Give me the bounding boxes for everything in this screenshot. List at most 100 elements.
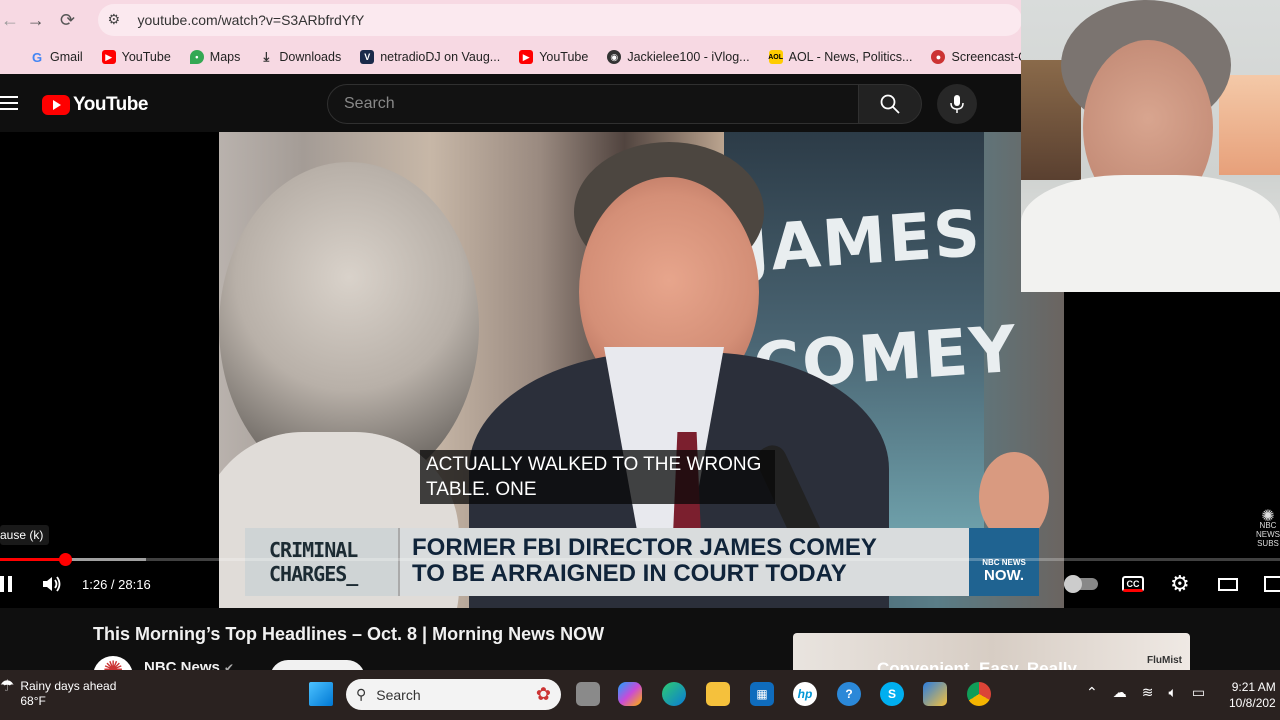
weather-forecast: Rainy days ahead: [20, 679, 117, 693]
tag-line: CHARGES_: [269, 562, 358, 586]
progress-bar[interactable]: [0, 553, 1280, 566]
volume-button[interactable]: [42, 572, 62, 596]
taskbar-search[interactable]: ⚲ Search ✿: [346, 679, 561, 710]
maps-pin-icon: •: [189, 50, 204, 64]
help-icon[interactable]: ?: [837, 682, 861, 706]
time-display: 1:26 / 28:16: [82, 576, 151, 592]
netradio-icon: V: [360, 50, 375, 64]
lower-third-headline: FORMER FBI DIRECTOR JAMES COMEY TO BE AR…: [400, 528, 969, 596]
wifi-icon[interactable]: ≋: [1142, 684, 1154, 701]
bookmarks-bar: G Gmail ▶ YouTube • Maps ⤓ Downloads Vnetrad…: [0, 40, 1072, 74]
speaker-icon[interactable]: 🔈︎: [1168, 684, 1176, 701]
watermark-line: SUBS: [1257, 539, 1279, 548]
nbc-watermark: ✺ NBC NEWS SUBS: [1256, 508, 1280, 549]
chevron-up-icon[interactable]: ⌃: [1086, 684, 1098, 701]
reload-icon[interactable]: ⟳: [52, 4, 84, 36]
youtube-logo[interactable]: YouTube: [42, 94, 148, 116]
theater-mode-button[interactable]: [1218, 572, 1238, 596]
onedrive-cloud-icon[interactable]: ☁: [1113, 684, 1127, 701]
pause-button[interactable]: [0, 572, 16, 596]
bookmark-gmail[interactable]: G Gmail: [30, 50, 83, 65]
webcam-person-shirt: [1021, 175, 1280, 292]
rain-cloud-icon: ☂: [0, 678, 15, 695]
system-tray: ⌃ ☁ ≋ 🔈︎ ▭: [1086, 684, 1205, 701]
bookmark-youtube[interactable]: ▶ YouTube: [101, 50, 171, 64]
watermark-line: NBC: [1259, 521, 1277, 530]
logo-line: NOW.: [984, 567, 1024, 584]
download-icon: ⤓: [263, 49, 270, 64]
clock-time: 9:21 AM: [1231, 680, 1276, 694]
webcam-overlay: [1021, 0, 1280, 292]
pause-tooltip: ause (k): [0, 525, 50, 545]
webcam-photo-frame: [1219, 75, 1280, 175]
caption-line: ACTUALLY WALKED TO THE WRONG: [426, 454, 762, 475]
gear-icon: ⚙: [1170, 571, 1190, 596]
voice-search-button[interactable]: [937, 84, 977, 124]
youtube-header: YouTube Search: [0, 74, 1022, 132]
chrome-icon[interactable]: [967, 682, 991, 706]
task-view-icon[interactable]: [576, 682, 600, 706]
bookmark-label: Gmail: [50, 50, 83, 64]
battery-icon[interactable]: ▭: [1192, 684, 1205, 701]
bookmark-downloads[interactable]: ⤓ Downloads: [259, 49, 342, 64]
bookmark-label: Jackielee100 - iVlog...: [627, 50, 750, 64]
closed-caption: ACTUALLY WALKED TO THE WRONG TABLE. ONE: [420, 450, 775, 504]
skype-icon[interactable]: S: [880, 682, 904, 706]
windows-start-icon[interactable]: [309, 682, 333, 706]
browser-toolbar: ← → ⟳ ⚙ youtube.com/watch?v=S3ARbfrdYfY: [0, 0, 1022, 40]
news-lower-third: CRIMINAL CHARGES_ FORMER FBI DIRECTOR JA…: [245, 528, 1039, 596]
bookmark-aol[interactable]: AOL AOL - News, Politics...: [768, 50, 912, 64]
bookmark-maps[interactable]: • Maps: [189, 50, 241, 64]
bookmark-label: YouTube: [121, 50, 171, 64]
hamburger-menu-icon[interactable]: [0, 96, 18, 110]
theater-icon: [1218, 577, 1238, 591]
sidebar-ad[interactable]: Convenient. Easy. Really. FluMist: [793, 633, 1190, 673]
bookmark-label: YouTube: [539, 50, 589, 64]
store-icon[interactable]: ▦: [750, 682, 774, 706]
search-icon: ⚲: [356, 686, 367, 702]
bookmark-jackielee[interactable]: ◉ Jackielee100 - iVlog...: [607, 50, 750, 64]
search-input[interactable]: Search: [327, 84, 859, 124]
weather-widget[interactable]: ☂ Rainy days ahead 68°F: [0, 679, 116, 709]
bookmark-netradio[interactable]: VnetradioDJ on Vaug...: [360, 50, 500, 64]
progress-fill: [0, 558, 66, 561]
bookmark-label: Downloads: [279, 50, 342, 64]
windows-taskbar: ☂ Rainy days ahead 68°F ⚲ Search ✿ ▦ hp …: [0, 670, 1280, 720]
copilot-icon[interactable]: [618, 682, 642, 706]
bookmark-youtube-2[interactable]: ▶ YouTube: [519, 50, 588, 64]
vlog-icon: ◉: [607, 50, 622, 64]
address-bar[interactable]: ⚙ youtube.com/watch?v=S3ARbfrdYfY: [97, 4, 1022, 36]
forward-arrow-icon[interactable]: →: [20, 4, 52, 36]
search-button[interactable]: [858, 84, 922, 124]
fullscreen-icon: [1264, 576, 1280, 592]
file-explorer-icon[interactable]: [706, 682, 730, 706]
settings-button[interactable]: ⚙: [1170, 571, 1190, 596]
peacock-icon: ✺: [1261, 508, 1275, 525]
autoplay-toggle[interactable]: [1064, 572, 1098, 596]
autoplay-pause-icon: [1064, 575, 1098, 593]
fullscreen-button[interactable]: [1264, 572, 1280, 596]
search-icon: [880, 94, 900, 114]
bookmark-label: Maps: [209, 50, 241, 64]
cc-icon: CC: [1122, 576, 1144, 592]
clock-date: 10/8/202: [1229, 696, 1276, 710]
lower-third-tag: CRIMINAL CHARGES_: [245, 528, 400, 596]
edge-icon[interactable]: [662, 682, 686, 706]
ad-brand: FluMist: [1147, 655, 1182, 666]
screencast-icon: ●: [931, 50, 946, 64]
hp-icon[interactable]: hp: [793, 682, 817, 706]
system-clock[interactable]: 9:21 AM 10/8/202: [1229, 679, 1276, 711]
captions-button[interactable]: CC: [1122, 572, 1144, 596]
watermark-line: NEWS: [1256, 530, 1280, 539]
security-shield-icon[interactable]: [923, 682, 947, 706]
site-info-icon[interactable]: ⚙: [108, 11, 126, 29]
taskbar-search-label: Search: [376, 686, 421, 703]
logo-text: YouTube: [73, 94, 148, 115]
weather-temp: 68°F: [20, 694, 46, 708]
back-arrow-icon[interactable]: ←: [0, 4, 20, 36]
volume-icon: [43, 576, 61, 592]
youtube-icon: ▶: [101, 50, 116, 64]
bookmark-label: netradioDJ on Vaug...: [380, 50, 501, 64]
youtube-play-icon: [42, 95, 70, 115]
microphone-icon: [950, 95, 964, 113]
